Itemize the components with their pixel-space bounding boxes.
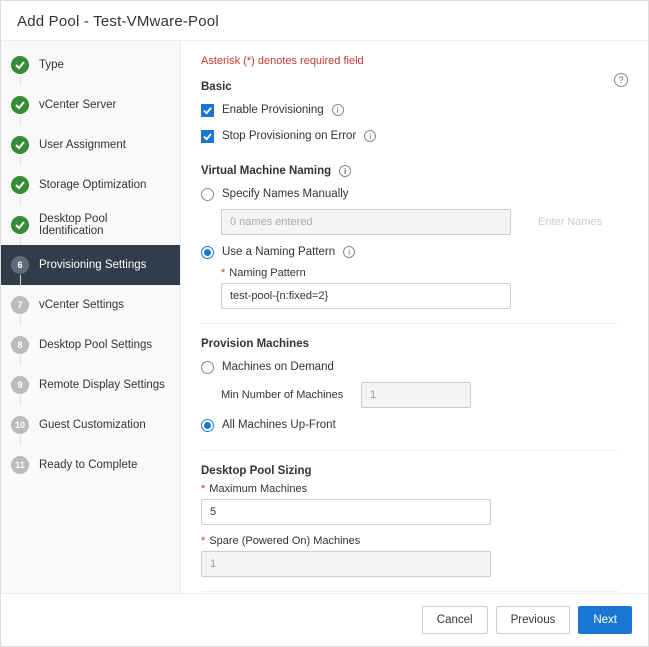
label-max-machines: Maximum Machines	[209, 483, 307, 495]
input-min-machines	[361, 382, 471, 408]
step-number-badge: 10	[11, 416, 29, 434]
section-provision-title: Provision Machines	[201, 338, 618, 350]
wizard-step-9[interactable]: 9 Remote Display Settings	[1, 365, 180, 405]
step-connector	[20, 235, 21, 245]
step-connector	[20, 435, 21, 445]
wizard-step-label: Guest Customization	[39, 419, 146, 431]
label-stop-on-error: Stop Provisioning on Error	[222, 130, 356, 142]
separator	[201, 450, 618, 451]
step-number-badge: 11	[11, 456, 29, 474]
help-icon[interactable]: ?	[614, 73, 628, 87]
section-provision-machines: Provision Machines Machines on Demand Mi…	[201, 338, 618, 436]
input-naming-pattern[interactable]	[221, 283, 511, 309]
enter-names-button: Enter Names	[523, 209, 617, 235]
step-connector	[20, 75, 21, 85]
label-specify-manually: Specify Names Manually	[222, 188, 349, 200]
dialog-footer: Cancel Previous Next	[1, 593, 648, 646]
step-number-badge: 7	[11, 296, 29, 314]
wizard-step-label: Storage Optimization	[39, 179, 146, 191]
step-check-icon	[11, 136, 29, 154]
section-vm-naming: Virtual Machine Naming i Specify Names M…	[201, 165, 618, 309]
wizard-content: ? Asterisk (*) denotes required field Ba…	[181, 41, 648, 593]
wizard-step-label: Ready to Complete	[39, 459, 137, 471]
separator	[201, 591, 618, 592]
radio-all-upfront[interactable]	[201, 419, 214, 432]
wizard-step-1[interactable]: Type	[1, 45, 180, 85]
previous-button[interactable]: Previous	[496, 606, 571, 634]
separator	[201, 323, 618, 324]
input-spare-machines	[201, 551, 491, 577]
wizard-step-4[interactable]: Storage Optimization	[1, 165, 180, 205]
wizard-step-7[interactable]: 7 vCenter Settings	[1, 285, 180, 325]
section-pool-sizing: Desktop Pool Sizing * Maximum Machines *…	[201, 465, 618, 577]
wizard-step-2[interactable]: vCenter Server	[1, 85, 180, 125]
wizard-sidebar: Type vCenter Server User Assignment Storage…	[1, 41, 181, 593]
checkbox-enable-provisioning[interactable]	[201, 104, 214, 117]
input-max-machines[interactable]	[201, 499, 491, 525]
label-min-machines: Min Number of Machines	[221, 389, 351, 401]
wizard-step-11[interactable]: 11 Ready to Complete	[1, 445, 180, 485]
dialog-add-pool: Add Pool - Test-VMware-Pool Type vCenter …	[0, 0, 649, 647]
next-button[interactable]: Next	[578, 606, 632, 634]
step-connector	[20, 195, 21, 205]
label-naming-pattern: Naming Pattern	[229, 267, 305, 279]
label-spare-machines: Spare (Powered On) Machines	[209, 535, 360, 547]
check-icon	[203, 106, 212, 115]
required-asterisk: *	[221, 267, 225, 279]
wizard-step-label: Provisioning Settings	[39, 259, 146, 271]
section-basic: Basic Enable Provisioning i Stop Provisi…	[201, 81, 618, 147]
step-connector	[20, 275, 21, 285]
step-check-icon	[11, 56, 29, 74]
radio-use-naming-pattern[interactable]	[201, 246, 214, 259]
wizard-step-label: vCenter Server	[39, 99, 116, 111]
wizard-step-label: Desktop Pool Identification	[39, 213, 170, 237]
info-icon[interactable]: i	[332, 104, 344, 116]
info-icon[interactable]: i	[343, 246, 355, 258]
required-asterisk: *	[201, 483, 205, 495]
info-icon[interactable]: i	[339, 165, 351, 177]
cancel-button[interactable]: Cancel	[422, 606, 488, 634]
step-check-icon	[11, 96, 29, 114]
required-asterisk: *	[201, 535, 205, 547]
step-connector	[20, 315, 21, 325]
wizard-step-10[interactable]: 10 Guest Customization	[1, 405, 180, 445]
wizard-step-label: Type	[39, 59, 64, 71]
label-enable-provisioning: Enable Provisioning	[222, 104, 324, 116]
checkbox-stop-on-error[interactable]	[201, 130, 214, 143]
dialog-body: Type vCenter Server User Assignment Storage…	[1, 40, 648, 593]
required-field-note: Asterisk (*) denotes required field	[201, 55, 618, 67]
dialog-title: Add Pool - Test-VMware-Pool	[1, 1, 648, 40]
label-use-naming-pattern: Use a Naming Pattern	[222, 246, 335, 258]
radio-on-demand[interactable]	[201, 361, 214, 374]
step-connector	[20, 115, 21, 125]
label-on-demand: Machines on Demand	[222, 361, 334, 373]
wizard-step-5[interactable]: Desktop Pool Identification	[1, 205, 180, 245]
wizard-step-3[interactable]: User Assignment	[1, 125, 180, 165]
wizard-step-6[interactable]: 6 Provisioning Settings	[1, 245, 180, 285]
section-sizing-title: Desktop Pool Sizing	[201, 465, 618, 477]
step-number-badge: 6	[11, 256, 29, 274]
step-number-badge: 9	[11, 376, 29, 394]
check-icon	[203, 132, 212, 141]
wizard-step-label: Remote Display Settings	[39, 379, 165, 391]
section-basic-title: Basic	[201, 81, 618, 93]
radio-specify-manually[interactable]	[201, 188, 214, 201]
step-connector	[20, 155, 21, 165]
label-all-upfront: All Machines Up-Front	[222, 419, 336, 431]
info-icon[interactable]: i	[364, 130, 376, 142]
wizard-step-8[interactable]: 8 Desktop Pool Settings	[1, 325, 180, 365]
step-connector	[20, 395, 21, 405]
wizard-step-label: User Assignment	[39, 139, 126, 151]
step-check-icon	[11, 176, 29, 194]
step-number-badge: 8	[11, 336, 29, 354]
step-check-icon	[11, 216, 29, 234]
input-names-entered	[221, 209, 511, 235]
wizard-step-label: vCenter Settings	[39, 299, 124, 311]
wizard-step-label: Desktop Pool Settings	[39, 339, 152, 351]
section-vm-naming-title: Virtual Machine Naming	[201, 165, 331, 177]
step-connector	[20, 355, 21, 365]
